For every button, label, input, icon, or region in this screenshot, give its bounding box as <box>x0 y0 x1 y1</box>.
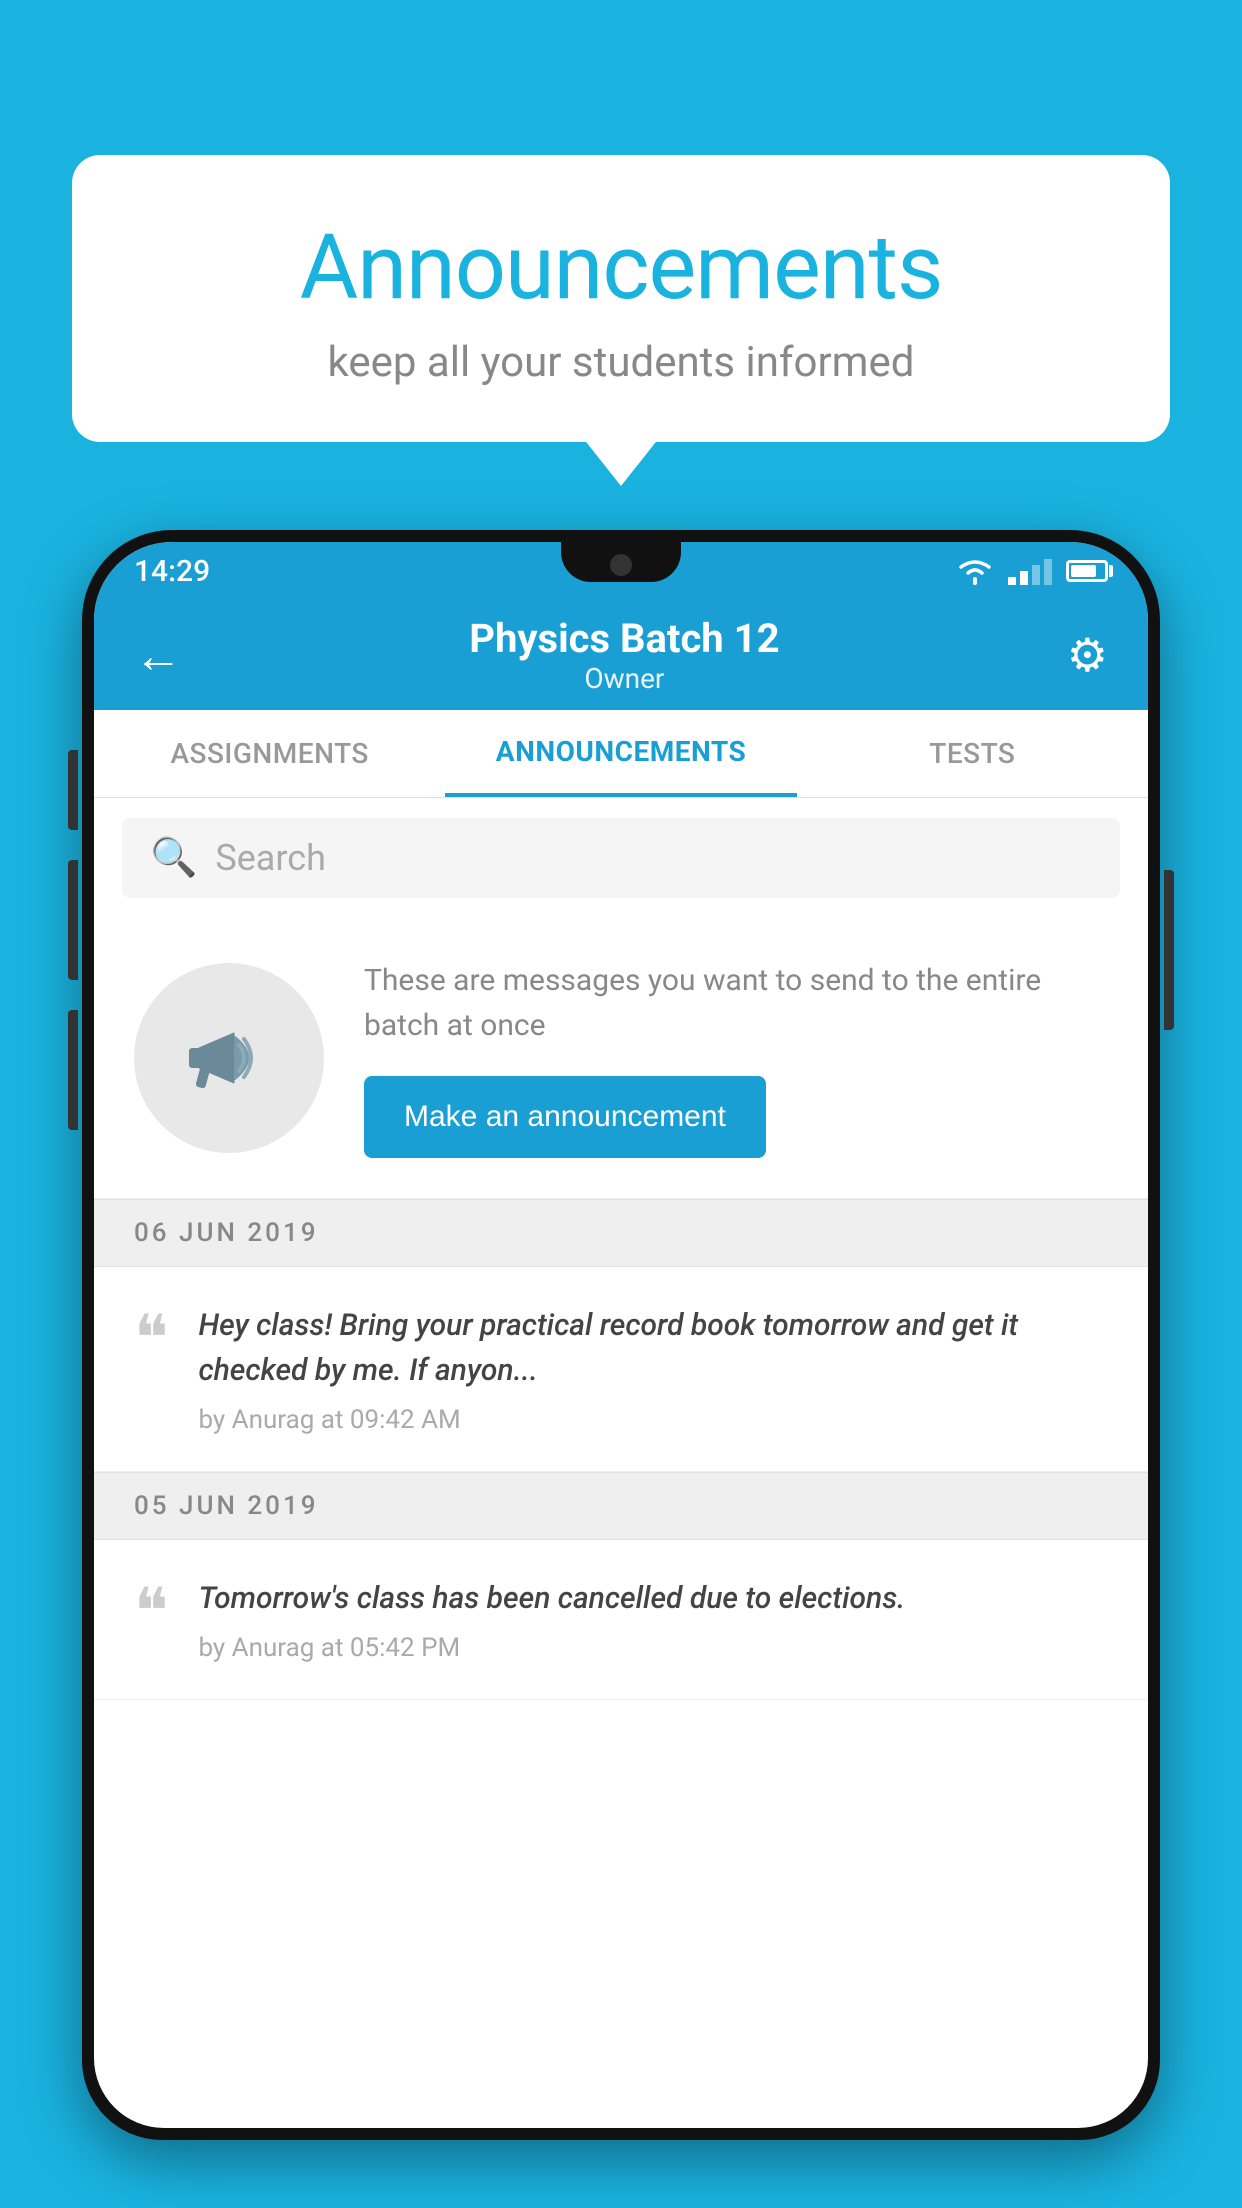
promo-content: These are messages you want to send to t… <box>364 958 1108 1158</box>
app-top-bar: ← Physics Batch 12 Owner ⚙ <box>94 600 1148 710</box>
side-button-power <box>1164 870 1174 1030</box>
announcement-item-1[interactable]: ❝ Hey class! Bring your practical record… <box>94 1267 1148 1472</box>
back-button[interactable]: ← <box>134 627 182 684</box>
bubble-subtitle: keep all your students informed <box>152 338 1090 387</box>
date-separator-2: 05 JUN 2019 <box>94 1472 1148 1540</box>
side-button-volume-indicator <box>68 750 78 830</box>
side-button-volume-up <box>68 860 78 980</box>
announcement-content-1: Hey class! Bring your practical record b… <box>198 1303 1108 1435</box>
quote-icon-2: ❝ <box>134 1580 168 1644</box>
speech-bubble-card: Announcements keep all your students inf… <box>72 155 1170 442</box>
notch-camera <box>610 554 632 576</box>
phone-wrapper: 14:29 <box>82 530 1160 2208</box>
announcement-meta-1: by Anurag at 09:42 AM <box>198 1405 1108 1435</box>
search-bar[interactable]: 🔍 Search <box>122 818 1120 898</box>
search-icon: 🔍 <box>150 836 197 880</box>
phone-notch <box>561 542 681 582</box>
tabs-bar: ASSIGNMENTS ANNOUNCEMENTS TESTS <box>94 710 1148 798</box>
announcement-message-2: Tomorrow's class has been cancelled due … <box>198 1576 1108 1621</box>
tab-announcements[interactable]: ANNOUNCEMENTS <box>445 710 796 797</box>
tab-assignments[interactable]: ASSIGNMENTS <box>94 710 445 797</box>
date-separator-1: 06 JUN 2019 <box>94 1199 1148 1267</box>
batch-title: Physics Batch 12 <box>469 615 779 662</box>
announcement-message-1: Hey class! Bring your practical record b… <box>198 1303 1108 1393</box>
megaphone-icon <box>174 1003 284 1113</box>
side-button-volume-down <box>68 1010 78 1130</box>
announcement-meta-2: by Anurag at 05:42 PM <box>198 1633 1108 1663</box>
promo-description: These are messages you want to send to t… <box>364 958 1108 1048</box>
megaphone-circle <box>134 963 324 1153</box>
signal-icon <box>1008 557 1052 585</box>
announcement-item-2[interactable]: ❝ Tomorrow's class has been cancelled du… <box>94 1540 1148 1700</box>
speech-bubble-section: Announcements keep all your students inf… <box>72 155 1170 442</box>
status-icons <box>956 557 1108 585</box>
announcement-content-2: Tomorrow's class has been cancelled due … <box>198 1576 1108 1663</box>
make-announcement-button[interactable]: Make an announcement <box>364 1076 766 1158</box>
phone-screen: 14:29 <box>94 542 1148 2128</box>
status-time: 14:29 <box>134 554 210 589</box>
top-bar-center: Physics Batch 12 Owner <box>469 615 779 695</box>
search-placeholder: Search <box>215 837 326 879</box>
tab-tests[interactable]: TESTS <box>797 710 1148 797</box>
wifi-icon <box>956 557 994 585</box>
quote-icon-1: ❝ <box>134 1307 168 1371</box>
phone-outer: 14:29 <box>82 530 1160 2140</box>
bubble-title: Announcements <box>152 215 1090 320</box>
battery-icon <box>1066 560 1108 582</box>
search-container: 🔍 Search <box>94 798 1148 918</box>
promo-section: These are messages you want to send to t… <box>94 918 1148 1199</box>
settings-icon[interactable]: ⚙ <box>1067 628 1108 683</box>
batch-role: Owner <box>469 662 779 695</box>
